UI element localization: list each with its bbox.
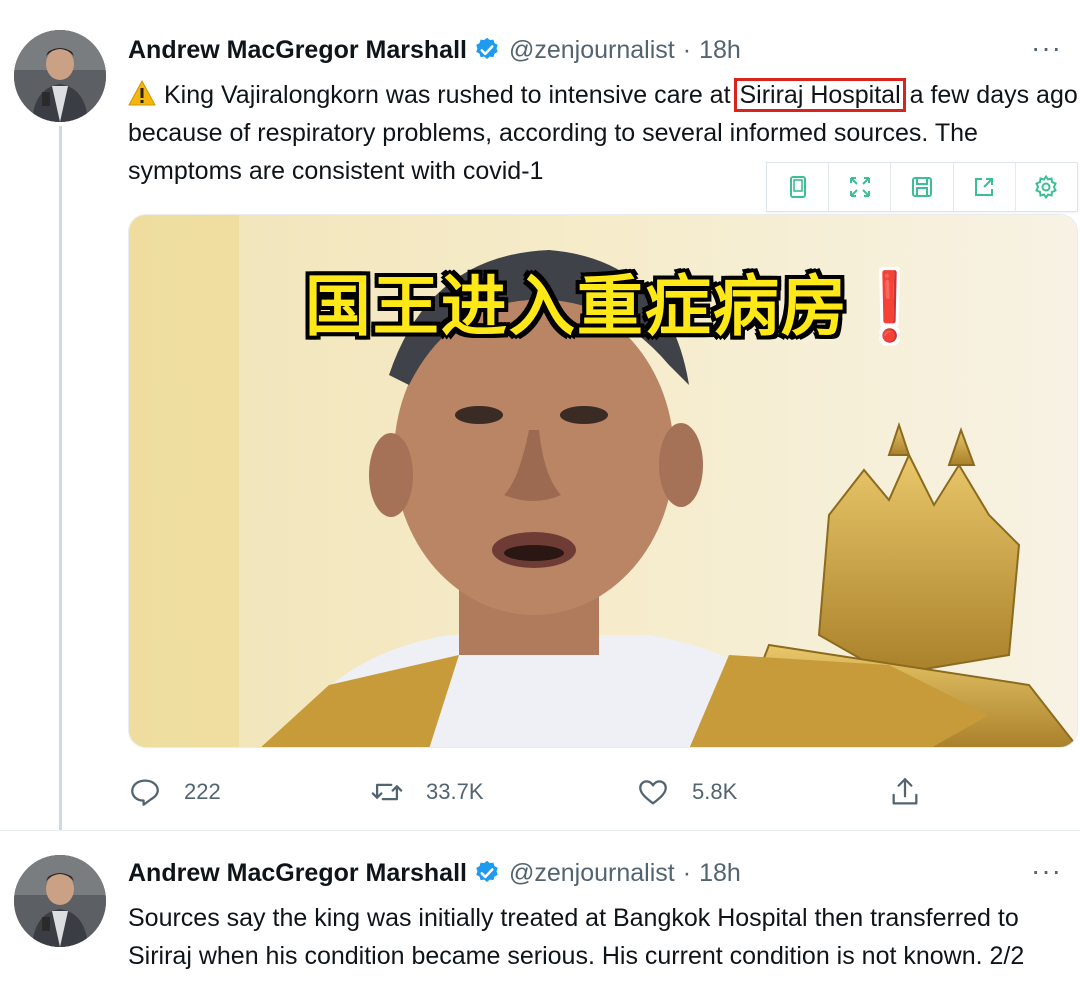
author-handle[interactable]: @zenjournalist	[509, 36, 675, 65]
tweet-text-start: King Vajiralongkorn was rushed to intens…	[164, 81, 731, 109]
settings-icon[interactable]	[1016, 163, 1077, 211]
author-handle[interactable]: @zenjournalist	[509, 859, 675, 888]
author-name[interactable]: Andrew MacGregor Marshall	[128, 859, 467, 888]
avatar[interactable]	[14, 30, 106, 122]
exclamation-mark: ❗	[848, 268, 934, 345]
tweet-header: Andrew MacGregor Marshall @zenjournalist…	[128, 32, 741, 68]
timestamp[interactable]: 18h	[699, 859, 741, 888]
tweet-2[interactable]: Andrew MacGregor Marshall @zenjournalist…	[0, 830, 1080, 1008]
warning-icon	[128, 79, 156, 106]
retweet-count: 33.7K	[426, 779, 484, 804]
share-button[interactable]	[888, 770, 944, 814]
tweet-header: Andrew MacGregor Marshall @zenjournalist…	[128, 855, 741, 891]
expand-icon[interactable]	[829, 163, 892, 211]
verified-badge-icon	[473, 36, 501, 64]
share-icon	[892, 778, 918, 805]
save-icon[interactable]	[891, 163, 954, 211]
separator-dot: ·	[682, 858, 692, 887]
highlighted-hospital-name: Siriraj Hospital	[734, 78, 906, 112]
retweet-icon	[371, 783, 403, 801]
image-caption-text: 国王进入重症病房	[304, 268, 849, 345]
more-options-icon[interactable]: ···	[1031, 32, 1062, 64]
floating-toolbar	[766, 162, 1078, 212]
separator-dot: ·	[682, 35, 692, 64]
verified-badge-icon	[473, 859, 501, 887]
avatar[interactable]	[14, 855, 106, 947]
tweet-1[interactable]: Andrew MacGregor Marshall @zenjournalist…	[0, 0, 1080, 830]
like-button[interactable]: 5.8K	[636, 770, 737, 814]
share-out-icon[interactable]	[954, 163, 1016, 211]
tablet-icon[interactable]	[767, 163, 830, 211]
tweet-text: Sources say the king was initially treat…	[128, 904, 1025, 970]
reply-icon	[131, 779, 159, 806]
tweet-image[interactable]: 国王进入重症病房❗	[128, 214, 1078, 748]
reply-button[interactable]: 222	[128, 770, 221, 814]
tweet-actions: 222 33.7K 5.8K	[128, 770, 1078, 814]
thread-line	[59, 126, 62, 830]
more-options-icon[interactable]: ···	[1031, 855, 1062, 887]
timestamp[interactable]: 18h	[699, 36, 741, 65]
reply-count: 222	[184, 779, 221, 804]
heart-icon	[639, 780, 667, 805]
retweet-button[interactable]: 33.7K	[370, 770, 484, 814]
like-count: 5.8K	[692, 779, 738, 804]
author-name[interactable]: Andrew MacGregor Marshall	[128, 36, 467, 65]
image-caption: 国王进入重症病房❗	[269, 267, 969, 347]
